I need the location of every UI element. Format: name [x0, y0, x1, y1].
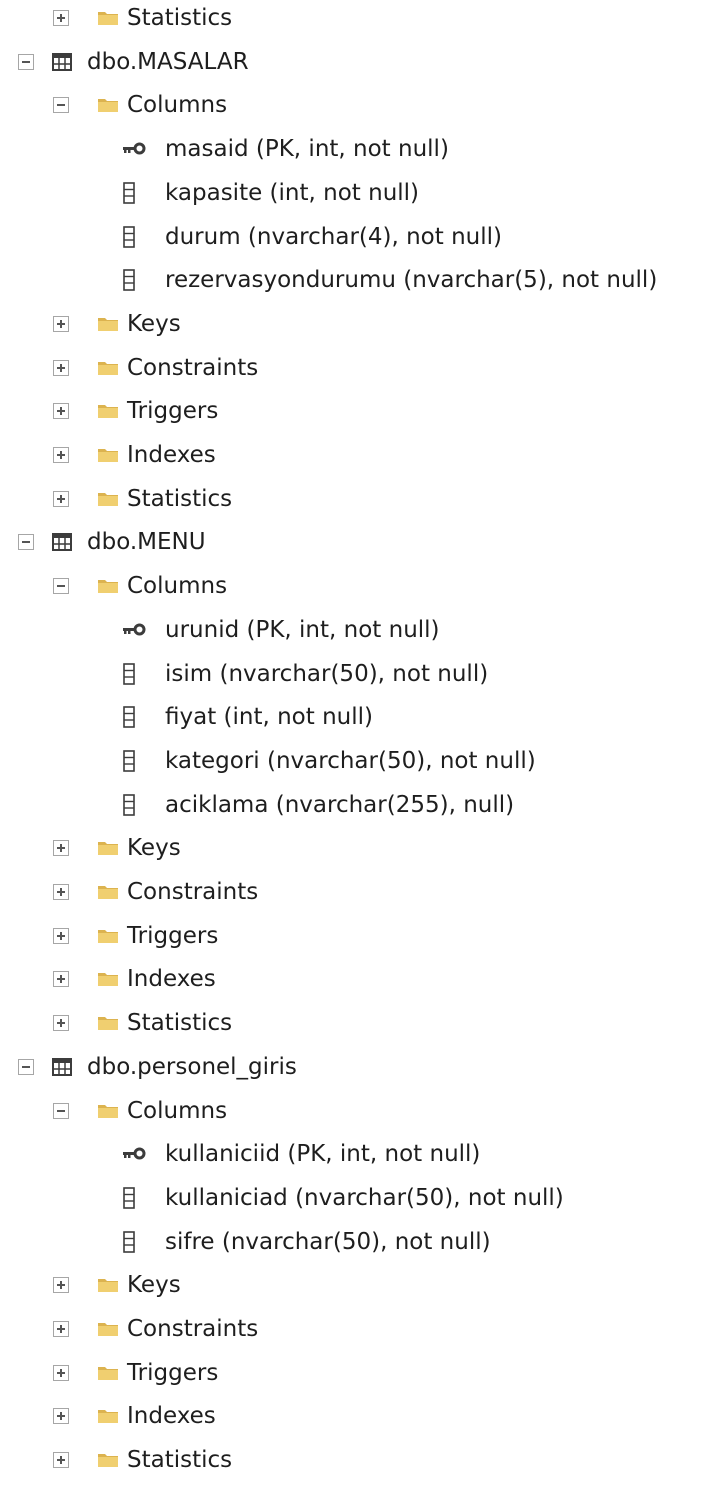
expand-toggle[interactable] [53, 884, 69, 900]
tree-node-label: masaid (PK, int, not null) [165, 136, 449, 163]
key-icon [123, 1147, 146, 1160]
collapse-toggle[interactable] [18, 1058, 34, 1075]
column-icon [123, 793, 135, 816]
object-explorer-tree: Statistics dbo.MASALAR Columns masaid (PK, … [0, 0, 716, 1494]
tree-node-label: Constraints [127, 354, 259, 381]
folder-icon [98, 580, 118, 594]
expand-toggle[interactable] [53, 403, 69, 420]
folder-icon [98, 317, 118, 331]
key-icon [123, 623, 146, 636]
tree-node-label: durum (nvarchar(4), not null) [165, 223, 502, 250]
tree-node-label: Columns [127, 1097, 228, 1124]
table-icon [52, 533, 72, 552]
table-icon [52, 52, 72, 71]
expand-toggle[interactable] [53, 447, 69, 463]
collapse-toggle[interactable] [18, 534, 34, 551]
expand-toggle[interactable] [53, 1408, 69, 1425]
folder-icon [98, 929, 118, 943]
folder-icon [98, 1366, 118, 1380]
folder-icon [98, 1323, 118, 1336]
folder-icon [98, 449, 118, 462]
collapse-toggle[interactable] [53, 97, 69, 114]
expand-toggle[interactable] [53, 1321, 69, 1337]
tree-node-label: kapasite (int, not null) [165, 179, 420, 206]
column-icon [123, 1187, 135, 1209]
expand-toggle[interactable] [53, 971, 69, 988]
tree-node-label: Statistics [127, 5, 233, 31]
column-icon [123, 706, 135, 728]
tree-node-label: Statistics [127, 485, 233, 512]
expand-toggle[interactable] [53, 315, 69, 332]
tree-node-label: kullaniciad (nvarchar(50), not null) [165, 1184, 564, 1211]
expand-toggle[interactable] [53, 1452, 69, 1469]
folder-icon [98, 1454, 118, 1468]
tree-node-label: Constraints [127, 1316, 259, 1342]
folder-icon [98, 405, 118, 419]
tree-node-label: isim (nvarchar(50), not null) [165, 660, 489, 687]
folder-icon [98, 361, 118, 375]
tree-node-label: Statistics [127, 1447, 233, 1474]
expand-toggle[interactable] [53, 1015, 69, 1032]
column-icon [123, 269, 135, 291]
tree-node-label: Columns [127, 92, 228, 119]
tree-node-label: Statistics [127, 1010, 233, 1037]
table-icon [52, 1057, 72, 1076]
tree-node-label: dbo.personel_giris [87, 1053, 297, 1080]
folder-icon [98, 12, 118, 25]
column-icon [123, 1230, 135, 1253]
folder-icon [98, 492, 118, 506]
folder-icon [98, 99, 118, 113]
expand-toggle[interactable] [53, 490, 69, 507]
tree-node-label: Keys [127, 1272, 181, 1299]
tree-node-label: kullaniciid (PK, int, not null) [165, 1141, 481, 1168]
tree-node-label: sifre (nvarchar(50), not null) [165, 1228, 491, 1255]
folder-icon [98, 1017, 118, 1031]
column-icon [123, 662, 135, 685]
column-icon [123, 181, 135, 204]
column-icon [123, 225, 135, 248]
collapse-toggle[interactable] [53, 1102, 69, 1119]
tree-node-label: Triggers [127, 922, 219, 949]
expand-toggle[interactable] [53, 359, 69, 376]
tree-node-label: Indexes [127, 1403, 216, 1430]
key-icon [123, 142, 146, 155]
tree-node-label: Keys [127, 310, 181, 337]
folder-icon [98, 1279, 118, 1293]
folder-icon [98, 973, 118, 987]
folder-icon [98, 1410, 118, 1424]
folder-icon [98, 1104, 118, 1118]
tree-node-label: Keys [127, 835, 181, 862]
expand-toggle[interactable] [53, 10, 69, 26]
tree-node-label: urunid (PK, int, not null) [165, 616, 440, 643]
expand-toggle[interactable] [53, 840, 69, 857]
tree-node-label: Indexes [127, 966, 216, 993]
tree-node-label: Constraints [127, 879, 259, 905]
folder-icon [98, 842, 118, 856]
expand-toggle[interactable] [53, 1277, 69, 1294]
tree-node-label: rezervasyondurumu (nvarchar(5), not null… [165, 267, 658, 294]
tree-node-label: Columns [127, 573, 228, 600]
tree-node-label: Triggers [127, 1359, 219, 1386]
tree-node-label: aciklama (nvarchar(255), null) [165, 791, 515, 818]
expand-toggle[interactable] [53, 1364, 69, 1381]
column-icon [123, 750, 135, 772]
collapse-toggle[interactable] [18, 53, 34, 70]
folder-icon [98, 886, 118, 899]
expand-toggle[interactable] [53, 927, 69, 944]
collapse-toggle[interactable] [53, 578, 69, 595]
tree-node-label: dbo.MASALAR [87, 48, 249, 75]
tree-node-label: Indexes [127, 442, 216, 468]
tree-node-label: fiyat (int, not null) [165, 704, 373, 731]
tree-node-label: kategori (nvarchar(50), not null) [165, 747, 536, 774]
tree-node-label: dbo.MENU [87, 529, 206, 556]
tree-node-label: Triggers [127, 398, 219, 425]
